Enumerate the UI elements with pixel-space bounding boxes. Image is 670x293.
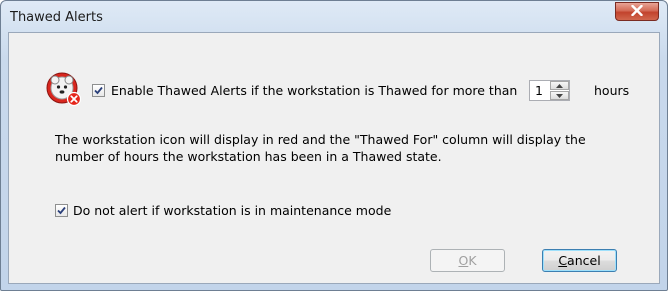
checkmark-icon <box>94 86 103 95</box>
cancel-label-rest: ancel <box>567 253 601 268</box>
enable-alerts-label: Enable Thawed Alerts if the workstation … <box>111 83 518 98</box>
hours-label: hours <box>594 83 630 98</box>
close-button[interactable] <box>615 2 659 21</box>
ok-label-rest: K <box>468 253 477 268</box>
checkmark-icon <box>57 206 66 215</box>
ok-mnemonic: O <box>458 253 469 268</box>
workstation-alert-icon <box>45 71 83 107</box>
title-bar[interactable]: Thawed Alerts <box>1 1 667 31</box>
window-title: Thawed Alerts <box>10 10 103 25</box>
hours-spin-up[interactable] <box>550 81 569 90</box>
cancel-mnemonic: C <box>558 253 568 268</box>
maintenance-mode-label: Do not alert if workstation is in mainte… <box>73 203 392 218</box>
close-icon <box>631 3 643 21</box>
ok-button[interactable]: OK <box>430 249 505 272</box>
thawed-alerts-dialog: Thawed Alerts Enable Thawed Alerts if th… <box>0 0 668 291</box>
cancel-button[interactable]: Cancel <box>542 249 617 272</box>
arrow-up-icon <box>556 83 563 88</box>
enable-alerts-checkbox[interactable] <box>92 84 105 97</box>
hours-spin-down[interactable] <box>550 91 569 100</box>
arrow-down-icon <box>556 93 563 98</box>
description-text: The workstation icon will display in red… <box>55 132 586 164</box>
dialog-content: Enable Thawed Alerts if the workstation … <box>8 32 660 284</box>
maintenance-mode-checkbox[interactable] <box>55 204 68 217</box>
